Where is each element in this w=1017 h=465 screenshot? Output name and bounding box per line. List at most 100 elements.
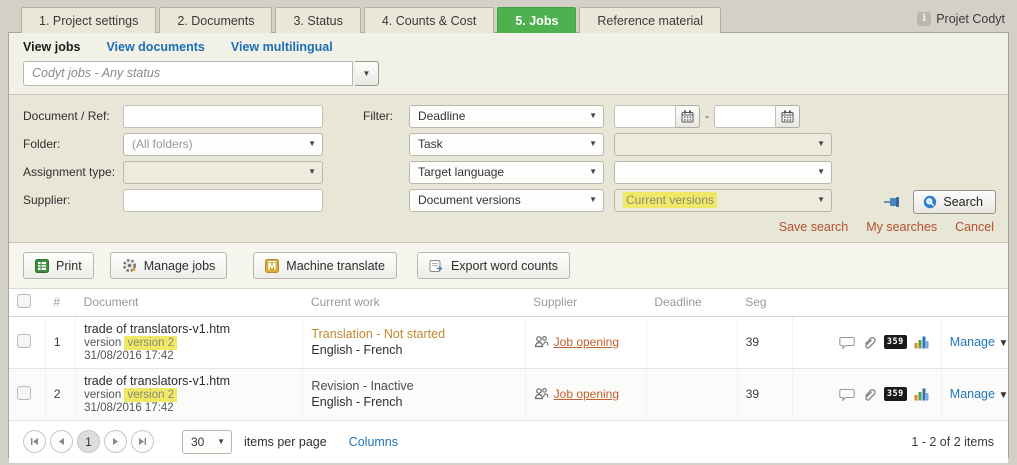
column-header-num: #	[45, 289, 75, 316]
supplier-input[interactable]	[123, 189, 323, 212]
tab-status[interactable]: 3. Status	[275, 7, 360, 33]
chevron-down-icon: ▼	[308, 140, 316, 148]
info-icon[interactable]: i	[917, 12, 931, 26]
work-status: Translation - Not started	[311, 327, 516, 341]
word-count-badge[interactable]: 359	[884, 335, 907, 349]
calendar-icon	[781, 110, 794, 123]
subnav-view-documents[interactable]: View documents	[106, 40, 204, 54]
date-range-separator: -	[705, 109, 709, 123]
page-size-select[interactable]: 30▼	[182, 430, 232, 454]
word-count-badge[interactable]: 359	[884, 387, 907, 401]
group-icon	[534, 387, 549, 401]
page-number-button[interactable]: 1	[77, 430, 100, 453]
previous-page-button[interactable]	[50, 430, 73, 453]
last-page-button[interactable]	[131, 430, 154, 453]
manage-button[interactable]: Manage ▼	[950, 387, 1009, 401]
label-assignment-type: Assignment type:	[23, 165, 123, 179]
main-tab-strip: 1. Project settings 2. Documents 3. Stat…	[8, 0, 1009, 33]
columns-link[interactable]: Columns	[349, 435, 398, 449]
filter-select-task[interactable]: Task▼	[409, 133, 604, 156]
document-name: trade of translators-v1.htm	[84, 322, 294, 336]
manage-jobs-button[interactable]: Manage jobs	[110, 252, 228, 279]
subnav-view-jobs[interactable]: View jobs	[23, 40, 80, 54]
filter-select-target-language[interactable]: Target language▼	[409, 161, 604, 184]
calendar-icon	[681, 110, 694, 123]
language-pair: English - French	[311, 343, 516, 357]
tab-jobs[interactable]: 5. Jobs	[497, 7, 576, 33]
row-checkbox[interactable]	[17, 386, 31, 400]
jobs-panel: View jobs View documents View multilingu…	[8, 32, 1009, 458]
search-button[interactable]: Search	[913, 190, 996, 214]
deadline-from-input[interactable]	[614, 105, 676, 128]
tab-reference-material[interactable]: Reference material	[579, 7, 721, 33]
filter-select-deadline[interactable]: Deadline▼	[409, 105, 604, 128]
saved-search-dropdown-button[interactable]: ▼	[355, 61, 379, 86]
print-spreadsheet-icon	[35, 259, 49, 273]
task-value-select[interactable]: ▼	[614, 133, 832, 156]
manage-button[interactable]: Manage ▼	[950, 335, 1009, 349]
comment-icon[interactable]	[839, 336, 855, 349]
statistics-chart-icon[interactable]	[914, 335, 929, 349]
assignment-type-select[interactable]: ▼	[123, 161, 323, 184]
row-checkbox[interactable]	[17, 334, 31, 348]
saved-search-value[interactable]: Codyt jobs - Any status	[23, 61, 353, 86]
first-page-button[interactable]	[23, 430, 46, 453]
document-date: 31/08/2016 17:42	[84, 402, 294, 414]
job-opening-link[interactable]: Job opening	[554, 387, 619, 401]
items-per-page-label: items per page	[244, 435, 327, 449]
highlighted-filter-value: Current versions	[623, 192, 717, 208]
document-version: version version 2	[84, 389, 294, 401]
jobs-toolbar: Print Manage jobs M Machine translate Ex…	[9, 243, 1008, 289]
calendar-from-button[interactable]	[676, 105, 700, 128]
tab-project-settings[interactable]: 1. Project settings	[21, 7, 156, 33]
cancel-link[interactable]: Cancel	[955, 220, 994, 234]
items-range-label: 1 - 2 of 2 items	[911, 435, 994, 449]
deadline-to-input[interactable]	[714, 105, 776, 128]
statistics-chart-icon[interactable]	[914, 387, 929, 401]
document-name: trade of translators-v1.htm	[84, 374, 294, 388]
label-filter: Filter:	[363, 109, 409, 123]
svg-text:M: M	[268, 262, 277, 272]
folder-select[interactable]: (All folders)▼	[123, 133, 323, 156]
chevron-down-icon: ▼	[589, 112, 597, 120]
calendar-to-button[interactable]	[776, 105, 800, 128]
tab-counts-cost[interactable]: 4. Counts & Cost	[364, 7, 495, 33]
filter-select-document-versions[interactable]: Document versions▼	[409, 189, 604, 212]
language-pair: English - French	[311, 395, 516, 409]
job-opening-link[interactable]: Job opening	[554, 335, 619, 349]
save-search-link[interactable]: Save search	[779, 220, 848, 234]
export-word-counts-button[interactable]: Export word counts	[417, 252, 570, 279]
target-language-value-select[interactable]: ▼	[614, 161, 832, 184]
subnav-view-multilingual[interactable]: View multilingual	[231, 40, 333, 54]
document-versions-value-select[interactable]: Current versions▼	[614, 189, 832, 212]
attachment-icon[interactable]	[862, 335, 877, 350]
pin-icon[interactable]	[883, 196, 901, 208]
chevron-down-icon: ▼	[363, 70, 371, 78]
export-document-icon	[429, 259, 444, 273]
select-all-checkbox[interactable]	[17, 294, 31, 308]
jobs-table: # Document Current work Supplier Deadlin…	[9, 289, 1008, 421]
table-row: 2 trade of translators-v1.htm version ve…	[9, 368, 1008, 420]
document-date: 31/08/2016 17:42	[84, 350, 294, 362]
filter-panel: Document / Ref: Filter: Deadline▼ - Fold…	[9, 94, 1008, 243]
document-ref-input[interactable]	[123, 105, 323, 128]
chevron-down-icon: ▼	[217, 438, 225, 446]
table-header-row: # Document Current work Supplier Deadlin…	[9, 289, 1008, 316]
comment-icon[interactable]	[839, 388, 855, 401]
work-status: Revision - Inactive	[311, 379, 516, 393]
chevron-down-icon: ▼	[817, 140, 825, 148]
print-button[interactable]: Print	[23, 252, 94, 279]
next-page-button[interactable]	[104, 430, 127, 453]
attachment-icon[interactable]	[862, 387, 877, 402]
group-icon	[534, 335, 549, 349]
column-header-seg: Seg	[737, 289, 793, 316]
machine-translate-button[interactable]: M Machine translate	[253, 252, 397, 279]
highlighted-version: version 2	[124, 336, 177, 350]
segment-count: 39	[737, 316, 793, 368]
table-row: 1 trade of translators-v1.htm version ve…	[9, 316, 1008, 368]
search-icon	[923, 195, 937, 209]
chevron-down-icon: ▼	[998, 338, 1008, 349]
column-header-document: Document	[76, 289, 303, 316]
my-searches-link[interactable]: My searches	[866, 220, 937, 234]
tab-documents[interactable]: 2. Documents	[159, 7, 272, 33]
